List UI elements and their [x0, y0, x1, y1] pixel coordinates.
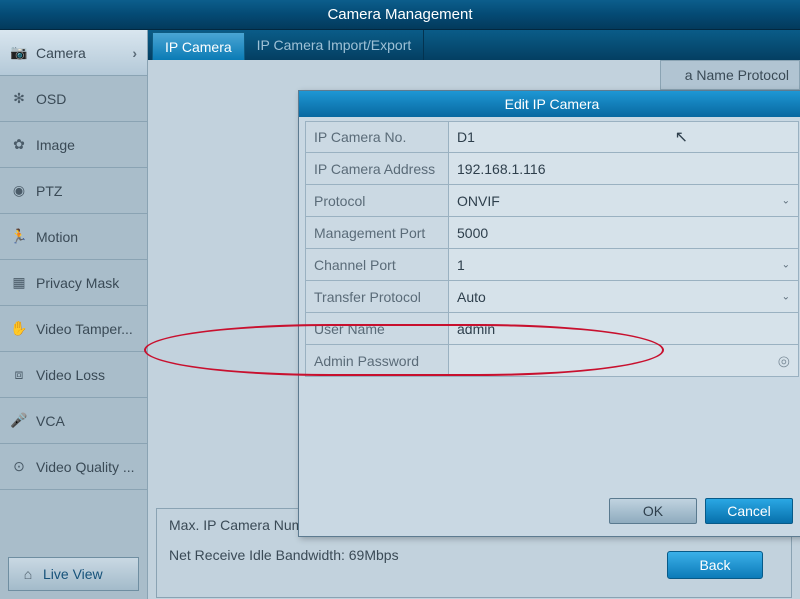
table-header: a Name Protocol — [660, 60, 800, 90]
vca-icon: 🎤 — [10, 412, 28, 430]
address-input[interactable] — [457, 153, 790, 184]
field-label-password: Admin Password — [306, 345, 449, 376]
back-button[interactable]: Back — [667, 551, 763, 579]
tamper-icon: ✋ — [10, 320, 28, 338]
sidebar-item-label: PTZ — [36, 183, 62, 199]
sidebar-item-label: OSD — [36, 91, 66, 107]
field-label-address: IP Camera Address — [306, 153, 449, 184]
table-header-fragment: a Name Protocol — [685, 67, 789, 83]
sidebar-item-label: VCA — [36, 413, 65, 429]
sidebar-item-camera[interactable]: 📷 Camera › — [0, 30, 147, 76]
sidebar-item-image[interactable]: ✿ Image — [0, 122, 147, 168]
sidebar-item-label: Image — [36, 137, 75, 153]
ok-button[interactable]: OK — [609, 498, 697, 524]
channel-port-select[interactable] — [457, 249, 790, 280]
live-view-button[interactable]: ⌂ Live View — [8, 557, 139, 591]
sidebar-item-label: Video Loss — [36, 367, 105, 383]
ptz-icon: ◉ — [10, 182, 28, 200]
transfer-protocol-select[interactable] — [457, 281, 790, 312]
tabs: IP Camera IP Camera Import/Export — [148, 30, 800, 60]
sidebar-item-video-loss[interactable]: ⧈ Video Loss — [0, 352, 147, 398]
sidebar-item-motion[interactable]: 🏃 Motion — [0, 214, 147, 260]
management-port-input[interactable] — [457, 217, 790, 248]
quality-icon: ⊙ — [10, 458, 28, 476]
edit-ip-camera-modal: Edit IP Camera IP Camera No. ↖ IP Camera… — [298, 90, 800, 537]
protocol-select[interactable] — [457, 185, 790, 216]
field-label-username: User Name — [306, 313, 449, 344]
tab-ip-camera[interactable]: IP Camera — [152, 32, 245, 60]
sidebar-item-label: Video Tamper... — [36, 321, 133, 337]
sidebar-item-video-quality[interactable]: ⊙ Video Quality ... — [0, 444, 147, 490]
sidebar-item-osd[interactable]: ✻ OSD — [0, 76, 147, 122]
sidebar-item-label: Privacy Mask — [36, 275, 119, 291]
username-input[interactable] — [457, 313, 790, 344]
tab-ip-camera-import-export[interactable]: IP Camera Import/Export — [245, 30, 425, 60]
modal-title: Edit IP Camera — [299, 91, 800, 117]
eye-icon[interactable]: ◎ — [778, 352, 790, 369]
home-icon: ⌂ — [19, 565, 37, 583]
osd-icon: ✻ — [10, 90, 28, 108]
image-icon: ✿ — [10, 136, 28, 154]
field-label-camera-no: IP Camera No. — [306, 122, 449, 152]
privacy-icon: ▦ — [10, 274, 28, 292]
sidebar-item-label: Camera — [36, 45, 86, 61]
sidebar-item-label: Video Quality ... — [36, 459, 135, 475]
sidebar-item-ptz[interactable]: ◉ PTZ — [0, 168, 147, 214]
live-view-label: Live View — [43, 566, 103, 582]
password-input[interactable] — [457, 345, 790, 376]
field-label-transfer: Transfer Protocol — [306, 281, 449, 312]
camera-no-field — [457, 122, 790, 152]
camera-icon: 📷 — [10, 44, 28, 62]
window-title: Camera Management — [0, 0, 800, 30]
sidebar: 📷 Camera › ✻ OSD ✿ Image ◉ PTZ 🏃 Motion … — [0, 30, 148, 599]
videoloss-icon: ⧈ — [10, 366, 28, 384]
sidebar-item-video-tamper[interactable]: ✋ Video Tamper... — [0, 306, 147, 352]
cancel-button[interactable]: Cancel — [705, 498, 793, 524]
chevron-right-icon: › — [132, 45, 137, 61]
field-label-mgmt-port: Management Port — [306, 217, 449, 248]
motion-icon: 🏃 — [10, 228, 28, 246]
sidebar-item-label: Motion — [36, 229, 78, 245]
sidebar-item-vca[interactable]: 🎤 VCA — [0, 398, 147, 444]
sidebar-item-privacy-mask[interactable]: ▦ Privacy Mask — [0, 260, 147, 306]
field-label-channel-port: Channel Port — [306, 249, 449, 280]
field-label-protocol: Protocol — [306, 185, 449, 216]
content-area: IP Camera IP Camera Import/Export a Name… — [148, 30, 800, 599]
